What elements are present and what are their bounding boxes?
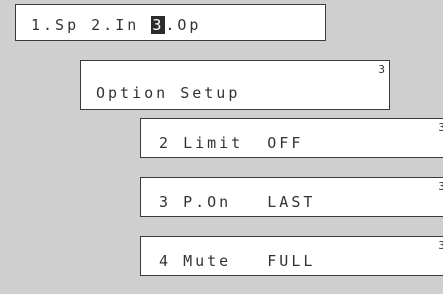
option-setup-display[interactable]: 3 Option Setup	[80, 60, 390, 110]
menu-item-option-label: .Op	[165, 16, 202, 34]
option-value[interactable]: FULL	[267, 254, 315, 269]
option-mute-display[interactable]: 3 4 Mute FULL	[140, 236, 443, 276]
option-row: 2 Limit OFF	[159, 136, 303, 151]
main-menu-display: 1.Sp 2.In 3.Op	[15, 4, 326, 41]
option-row: 3 P.On LAST	[159, 195, 315, 210]
option-number: 4	[159, 252, 172, 270]
option-name: P.On	[183, 193, 232, 211]
option-power-on-display[interactable]: 3 3 P.On LAST	[140, 177, 443, 217]
option-row: 4 Mute FULL	[159, 254, 315, 269]
option-value[interactable]: OFF	[267, 136, 303, 151]
menu-item-input[interactable]: 2.In	[91, 16, 139, 34]
page-indicator: 3	[378, 63, 385, 76]
page-indicator: 3	[438, 180, 443, 193]
option-number: 3	[159, 193, 172, 211]
menu-item-option[interactable]: 3.Op	[151, 16, 201, 34]
option-name: Mute	[183, 252, 232, 270]
option-setup-title: Option Setup	[96, 84, 241, 102]
menu-item-speaker[interactable]: 1.Sp	[31, 16, 79, 34]
option-name: Limit	[183, 134, 244, 152]
page-indicator: 3	[438, 121, 443, 134]
main-menu-row: 1.Sp 2.In 3.Op	[31, 16, 201, 34]
selection-cursor: 3	[151, 16, 166, 34]
option-number: 2	[159, 134, 172, 152]
option-limit-display[interactable]: 3 2 Limit OFF	[140, 118, 443, 158]
page-indicator: 3	[438, 239, 443, 252]
option-value[interactable]: LAST	[267, 195, 315, 210]
